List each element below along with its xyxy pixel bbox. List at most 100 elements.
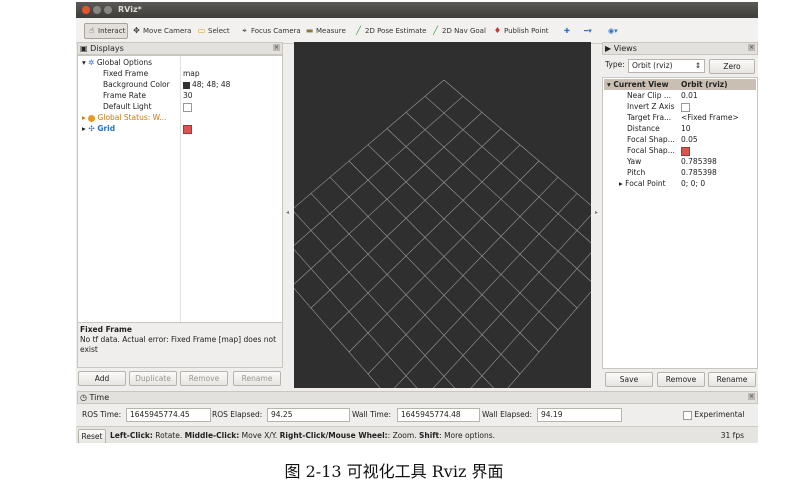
experimental-label: Experimental	[694, 410, 745, 419]
checkbox[interactable]	[681, 102, 690, 112]
tool-publish-point[interactable]: ♦ Publish Point	[493, 24, 549, 38]
tree-item-grid[interactable]: ▸ ✣ Grid	[82, 123, 115, 134]
hint-key: Left-Click:	[110, 431, 153, 440]
views-tree: ▾ Current View Orbit (rviz) Near Clip ..…	[602, 77, 758, 369]
focal-shape-fixed-checkbox[interactable]	[681, 145, 690, 156]
prop-focal-point-value[interactable]: 0; 0; 0	[681, 178, 705, 189]
nav-goal-icon: ╱	[433, 26, 438, 35]
hint-text: : More options.	[439, 431, 496, 440]
tree-item-label: Current View	[613, 80, 669, 89]
ros-time-field[interactable]: 1645945774.45	[126, 408, 211, 422]
collapse-right-dock-icon[interactable]: ▸	[595, 209, 598, 216]
reset-button[interactable]: Reset	[78, 429, 106, 443]
tool-move-camera[interactable]: ✥ Move Camera	[132, 24, 191, 38]
invert-z-checkbox[interactable]	[681, 101, 690, 112]
prop-target-frame-value[interactable]: <Fixed Frame>	[681, 112, 739, 123]
title-bar: RViz*	[76, 2, 758, 18]
remove-view-button[interactable]: Remove	[657, 372, 705, 387]
add-tool-icon[interactable]: ✚	[564, 24, 570, 38]
prop-pitch-label: Pitch	[627, 168, 646, 177]
rename-view-button[interactable]: Rename	[708, 372, 756, 387]
tree-item-current-view[interactable]: ▾ Current View	[604, 79, 756, 90]
hint-text: Rotate.	[152, 431, 185, 440]
prop-near-clip-value[interactable]: 0.01	[681, 90, 698, 101]
expand-arrow-icon[interactable]: ▾	[82, 58, 86, 67]
add-display-button[interactable]: Add	[78, 371, 126, 386]
prop-pitch-value[interactable]: 0.785398	[681, 167, 717, 178]
prop-yaw-value[interactable]: 0.785398	[681, 156, 717, 167]
checkbox[interactable]	[183, 124, 192, 134]
grid-line	[294, 112, 483, 285]
ros-time-label: ROS Time:	[82, 410, 122, 419]
minimize-window-icon[interactable]	[93, 6, 101, 14]
hint-key: Shift	[418, 431, 440, 440]
grid-render	[294, 79, 591, 388]
tool-label: 2D Nav Goal	[442, 27, 486, 35]
remove-tool-icon[interactable]: ━▾	[584, 24, 592, 38]
tool-interact[interactable]: ☝ Interact	[84, 23, 129, 39]
wall-time-label: Wall Time:	[352, 410, 391, 419]
prop-background-color-value[interactable]: 48; 48; 48	[183, 79, 230, 90]
wall-elapsed-field[interactable]: 94.19	[537, 408, 622, 422]
save-view-button[interactable]: Save	[605, 372, 653, 387]
views-panel-header: ▶ Views ×	[602, 42, 758, 55]
ros-elapsed-field[interactable]: 94.25	[267, 408, 350, 422]
grid-line	[294, 95, 464, 246]
maximize-window-icon[interactable]	[104, 6, 112, 14]
checkbox[interactable]	[683, 410, 692, 420]
prop-focal-point[interactable]: ▸ Focal Point	[619, 178, 666, 189]
prop-fixed-frame-value[interactable]: map	[183, 68, 200, 79]
remove-display-button[interactable]: Remove	[180, 371, 228, 386]
fps-readout: 31 fps	[720, 431, 744, 440]
tool-label: 2D Pose Estimate	[365, 27, 427, 35]
close-panel-icon[interactable]: ×	[748, 44, 755, 51]
expand-arrow-icon[interactable]: ▾	[607, 80, 611, 89]
collapse-arrow-icon[interactable]: ▸	[82, 113, 86, 122]
tool-focus-camera[interactable]: ⌖ Focus Camera	[240, 24, 300, 38]
close-panel-icon[interactable]: ×	[273, 44, 280, 51]
prop-frame-rate-value[interactable]: 30	[183, 90, 193, 101]
collapse-left-dock-icon[interactable]: ◂	[286, 209, 289, 216]
wall-elapsed-label: Wall Elapsed:	[482, 410, 533, 419]
tool-label: Interact	[98, 27, 126, 35]
tree-item-global-status[interactable]: ▸ Global Status: W...	[82, 112, 166, 123]
close-window-icon[interactable]	[82, 6, 90, 14]
current-view-type: Orbit (rviz)	[681, 80, 728, 89]
monitor-icon: ▣	[80, 44, 88, 53]
grid-line	[367, 176, 559, 375]
prop-focal-shape-size-value[interactable]: 0.05	[681, 134, 698, 145]
camera-icon: ▶	[605, 44, 612, 53]
rename-display-button[interactable]: Rename	[233, 371, 281, 386]
render-viewport[interactable]	[294, 42, 591, 388]
displays-panel-header: ▣ Displays ×	[77, 42, 283, 55]
measure-icon: ▬	[305, 26, 314, 35]
focus-camera-icon: ⌖	[242, 26, 247, 35]
tree-item-global-options[interactable]: ▾ ✲ Global Options	[82, 57, 152, 68]
rviz-window: RViz* ☝ Interact ✥ Move Camera ▭ Select ⌖ Fo…	[76, 2, 758, 443]
collapse-arrow-icon[interactable]: ▸	[619, 179, 623, 188]
prop-near-clip-label: Near Clip ...	[627, 91, 671, 100]
prop-target-frame-label: Target Fra...	[627, 113, 672, 122]
collapse-arrow-icon[interactable]: ▸	[82, 124, 86, 133]
experimental-checkbox[interactable]: Experimental	[683, 409, 744, 421]
grid-icon: ✣	[88, 124, 95, 133]
view-type-select[interactable]: Orbit (rviz) ⇕	[628, 59, 705, 73]
wall-time-field[interactable]: 1645945774.48	[397, 408, 480, 422]
duplicate-display-button[interactable]: Duplicate	[129, 371, 177, 386]
close-panel-icon[interactable]: ×	[748, 393, 755, 400]
zero-button[interactable]: Zero	[709, 59, 755, 74]
checkbox[interactable]	[183, 102, 192, 112]
prop-background-color-label: Background Color	[103, 80, 170, 89]
grid-enabled-checkbox[interactable]	[183, 123, 192, 134]
tree-item-label: Global Status: W...	[97, 113, 167, 122]
tool-2d-pose-estimate[interactable]: ╱ 2D Pose Estimate	[354, 24, 426, 38]
tool-measure[interactable]: ▬ Measure	[305, 24, 346, 38]
tool-2d-nav-goal[interactable]: ╱ 2D Nav Goal	[431, 24, 486, 38]
window-title: RViz*	[118, 5, 142, 14]
tree-item-label: Grid	[97, 124, 116, 133]
default-light-checkbox[interactable]	[183, 101, 192, 112]
prop-distance-value[interactable]: 10	[681, 123, 691, 134]
checkbox[interactable]	[681, 146, 690, 156]
tool-properties-icon[interactable]: ◉▾	[608, 24, 618, 38]
tool-select[interactable]: ▭ Select	[197, 24, 230, 38]
